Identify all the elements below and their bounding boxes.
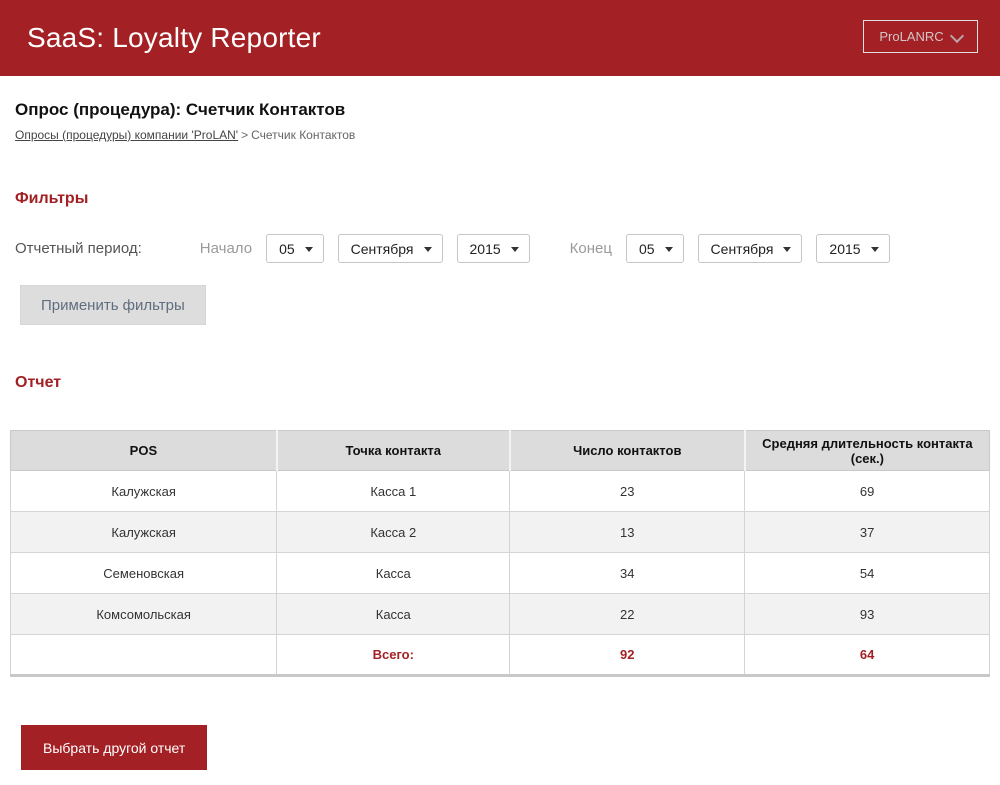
apply-filters-button[interactable]: Применить фильтры bbox=[20, 285, 206, 325]
start-year-select[interactable]: 2015 bbox=[457, 234, 530, 263]
table-cell: Касса bbox=[277, 553, 510, 594]
table-cell: 22 bbox=[510, 594, 745, 635]
dropdown-caret-icon bbox=[783, 247, 791, 252]
period-end-label: Конец bbox=[570, 240, 612, 257]
dropdown-caret-icon bbox=[305, 247, 313, 252]
table-cell: 13 bbox=[510, 512, 745, 553]
table-cell: Калужская bbox=[11, 471, 277, 512]
total-contacts-cell: 92 bbox=[510, 635, 745, 676]
total-avg-duration-cell: 64 bbox=[745, 635, 990, 676]
table-cell: Касса bbox=[277, 594, 510, 635]
dropdown-caret-icon bbox=[511, 247, 519, 252]
table-column-header: Средняя длительность контакта (сек.) bbox=[745, 431, 990, 471]
report-table-body: КалужскаяКасса 12369КалужскаяКасса 21337… bbox=[11, 471, 990, 635]
app-title: SaaS: Loyalty Reporter bbox=[0, 22, 321, 54]
start-year-value: 2015 bbox=[470, 241, 501, 257]
dropdown-caret-icon bbox=[665, 247, 673, 252]
period-label: Отчетный период: bbox=[15, 240, 142, 257]
page-title: Опрос (процедура): Счетчик Контактов bbox=[15, 100, 985, 120]
table-cell: 34 bbox=[510, 553, 745, 594]
start-month-select[interactable]: Сентября bbox=[338, 234, 443, 263]
table-row: КалужскаяКасса 12369 bbox=[11, 471, 990, 512]
total-pos-cell bbox=[11, 635, 277, 676]
table-cell: 23 bbox=[510, 471, 745, 512]
end-month-value: Сентября bbox=[711, 241, 774, 257]
filters-heading: Фильтры bbox=[15, 190, 985, 208]
chevron-down-icon bbox=[952, 29, 962, 39]
end-day-select[interactable]: 05 bbox=[626, 234, 684, 263]
table-column-header: POS bbox=[11, 431, 277, 471]
start-day-value: 05 bbox=[279, 241, 295, 257]
table-row: КомсомольскаяКасса2293 bbox=[11, 594, 990, 635]
table-cell: Семеновская bbox=[11, 553, 277, 594]
report-heading: Отчет bbox=[15, 374, 985, 392]
breadcrumb: Опросы (процедуры) компании 'ProLAN'>Сче… bbox=[15, 128, 985, 142]
page-content: Опрос (процедура): Счетчик Контактов Опр… bbox=[0, 100, 1000, 770]
table-column-header: Число контактов bbox=[510, 431, 745, 471]
breadcrumb-link-surveys[interactable]: Опросы (процедуры) компании 'ProLAN' bbox=[15, 128, 238, 142]
table-cell: 69 bbox=[745, 471, 990, 512]
table-cell: 37 bbox=[745, 512, 990, 553]
table-cell: Касса 2 bbox=[277, 512, 510, 553]
table-cell: Комсомольская bbox=[11, 594, 277, 635]
period-start-label: Начало bbox=[200, 240, 252, 257]
table-row: КалужскаяКасса 21337 bbox=[11, 512, 990, 553]
report-table: POSТочка контактаЧисло контактовСредняя … bbox=[10, 430, 990, 677]
dropdown-caret-icon bbox=[871, 247, 879, 252]
end-year-value: 2015 bbox=[829, 241, 860, 257]
table-total-row: Всего: 92 64 bbox=[11, 635, 990, 676]
table-cell: Касса 1 bbox=[277, 471, 510, 512]
account-selector-value: ProLANRC bbox=[879, 29, 943, 44]
choose-other-report-button[interactable]: Выбрать другой отчет bbox=[21, 725, 207, 770]
table-header-row: POSТочка контактаЧисло контактовСредняя … bbox=[11, 431, 990, 471]
table-row: СеменовскаяКасса3454 bbox=[11, 553, 990, 594]
end-month-select[interactable]: Сентября bbox=[698, 234, 803, 263]
table-cell: 54 bbox=[745, 553, 990, 594]
table-column-header: Точка контакта bbox=[277, 431, 510, 471]
start-day-select[interactable]: 05 bbox=[266, 234, 324, 263]
end-day-value: 05 bbox=[639, 241, 655, 257]
table-cell: 93 bbox=[745, 594, 990, 635]
end-year-select[interactable]: 2015 bbox=[816, 234, 889, 263]
account-selector[interactable]: ProLANRC bbox=[863, 20, 978, 53]
dropdown-caret-icon bbox=[424, 247, 432, 252]
app-header: SaaS: Loyalty Reporter ProLANRC bbox=[0, 0, 1000, 76]
report-period-filter: Отчетный период: Начало 05 Сентября 2015… bbox=[15, 234, 985, 263]
breadcrumb-separator: > bbox=[241, 128, 248, 142]
start-month-value: Сентября bbox=[351, 241, 414, 257]
total-label-cell: Всего: bbox=[277, 635, 510, 676]
breadcrumb-current: Счетчик Контактов bbox=[251, 128, 355, 142]
table-cell: Калужская bbox=[11, 512, 277, 553]
